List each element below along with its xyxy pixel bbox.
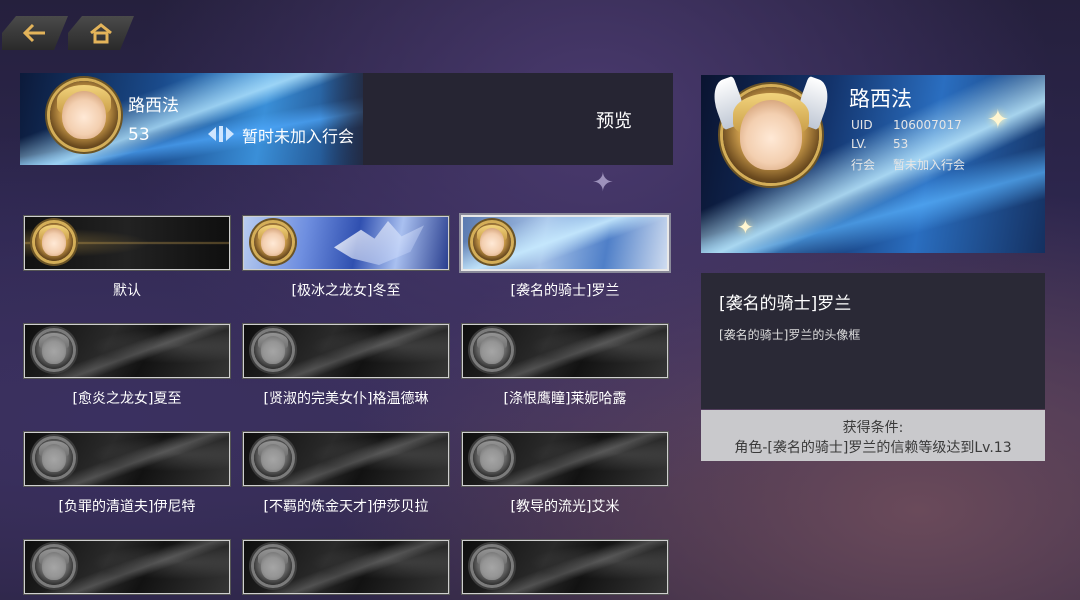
frame-option[interactable] — [463, 433, 667, 485]
frame-avatar — [254, 547, 292, 585]
frame-option[interactable] — [463, 325, 667, 377]
frame-detail-panel: [袭名的骑士]罗兰 [袭名的骑士]罗兰的头像框 — [701, 273, 1045, 409]
art-fade — [320, 73, 380, 165]
avatar-face — [260, 336, 286, 364]
avatar-face — [41, 552, 67, 580]
level-row: LV. 53 — [851, 137, 908, 151]
avatar-face — [260, 444, 286, 472]
avatar-face — [41, 228, 67, 256]
condition-text: 角色-[袭名的骑士]罗兰的信赖等级达到Lv.13 — [734, 440, 1012, 456]
unlock-condition-panel: 获得条件: 角色-[袭名的骑士]罗兰的信赖等级达到Lv.13 — [701, 410, 1045, 461]
avatar-face — [41, 444, 67, 472]
frame-avatar — [473, 547, 511, 585]
frame-option[interactable] — [25, 325, 229, 377]
avatar — [50, 81, 118, 149]
frame-detail-title: [袭名的骑士]罗兰 — [719, 294, 852, 314]
frame-option[interactable] — [25, 433, 229, 485]
home-button[interactable] — [68, 16, 134, 50]
frame-avatar — [473, 331, 511, 369]
avatar-face — [479, 552, 505, 580]
avatar-face — [41, 336, 67, 364]
frame-label: [贤淑的完美女仆]格温德琳 — [263, 391, 429, 407]
frame-label: 默认 — [113, 283, 141, 299]
uid-label: UID — [851, 118, 873, 132]
uid-value: 106007017 — [893, 118, 962, 132]
frame-option[interactable] — [244, 325, 448, 377]
player-name: 路西法 — [128, 96, 179, 116]
frame-avatar — [254, 331, 292, 369]
profile-avatar — [707, 76, 835, 183]
avatar-face — [62, 90, 106, 140]
nameplate-preview: 路西法 53 暂时未加入行会 预览 — [20, 73, 673, 165]
frame-avatar — [473, 439, 511, 477]
guild-status: 暂时未加入行会 — [242, 127, 355, 146]
frame-option[interactable] — [463, 541, 667, 593]
guild-row: 行会 暂未加入行会 — [851, 156, 965, 173]
guild-emblem-icon — [208, 126, 234, 142]
profile-card: 路西法 UID 106007017 LV. 53 行会 暂未加入行会 ✦ ✦ — [701, 75, 1045, 253]
frame-label: [负罪的清道夫]伊尼特 — [58, 499, 196, 515]
back-arrow-icon — [21, 22, 49, 44]
avatar-face — [479, 228, 505, 256]
frame-decoration — [334, 221, 424, 265]
player-level: 53 — [128, 125, 150, 145]
frame-avatar — [35, 439, 73, 477]
frame-option[interactable] — [244, 433, 448, 485]
frame-avatar — [254, 223, 292, 261]
frame-option[interactable] — [463, 217, 667, 269]
frame-label: [愈炎之龙女]夏至 — [72, 391, 182, 407]
sparkle-icon: ✦ — [737, 215, 754, 239]
frame-label: [涤恨鹰瞳]莱妮哈露 — [503, 391, 627, 407]
preview-button[interactable]: 预览 — [596, 107, 632, 133]
frame-avatar — [35, 223, 73, 261]
frame-avatar — [473, 223, 511, 261]
uid-row: UID 106007017 — [851, 118, 962, 132]
guild-value: 暂未加入行会 — [893, 158, 966, 172]
avatar-face — [479, 444, 505, 472]
frame-avatar — [254, 439, 292, 477]
level-value: 53 — [893, 137, 909, 151]
avatar-face — [260, 552, 286, 580]
level-label: LV. — [851, 137, 867, 151]
frame-label: [教导的流光]艾米 — [510, 499, 620, 515]
guild-label: 行会 — [851, 158, 876, 172]
back-button[interactable] — [2, 16, 68, 50]
frame-label: [袭名的骑士]罗兰 — [510, 283, 620, 299]
avatar-face — [479, 336, 505, 364]
home-icon — [88, 22, 114, 44]
frame-avatar — [35, 547, 73, 585]
frame-avatar — [35, 331, 73, 369]
frame-option[interactable] — [244, 217, 448, 269]
frame-label: [极冰之龙女]冬至 — [291, 283, 401, 299]
frame-option[interactable] — [244, 541, 448, 593]
frame-label: [不羁的炼金天才]伊莎贝拉 — [263, 499, 429, 515]
sparkle-icon: ✦ — [987, 105, 1009, 135]
profile-name: 路西法 — [849, 87, 912, 111]
frame-detail-description: [袭名的骑士]罗兰的头像框 — [719, 328, 861, 342]
frame-option[interactable] — [25, 541, 229, 593]
frame-option[interactable] — [25, 217, 229, 269]
sparkle-icon: ✦ — [592, 168, 614, 198]
avatar-face — [260, 228, 286, 256]
condition-heading: 获得条件: — [842, 420, 904, 436]
avatar-face — [740, 100, 802, 170]
